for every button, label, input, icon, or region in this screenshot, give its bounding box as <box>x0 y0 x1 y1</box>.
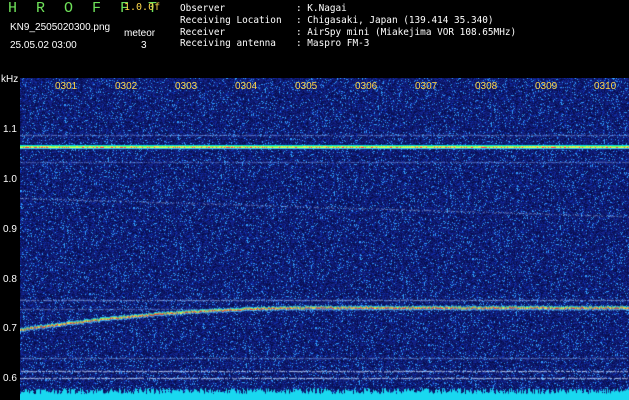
y-tick-label: 1.1 <box>3 124 17 135</box>
x-tick-label: 0307 <box>415 81 438 92</box>
info-value: : Maspro FM-3 <box>296 38 370 50</box>
spectrogram-window: H R O F F T 1.0.0f KN9_2505020300.png 25… <box>0 0 629 400</box>
info-row-location: Receiving Location : Chigasaki, Japan (13… <box>180 15 516 27</box>
x-tick-label: 0302 <box>115 81 138 92</box>
y-tick-label: 1.0 <box>3 174 17 185</box>
y-axis-unit: kHz <box>1 74 19 85</box>
x-tick-label: 0306 <box>355 81 378 92</box>
x-tick-label: 0304 <box>235 81 258 92</box>
info-value: : AirSpy mini (Miakejima VOR 108.65MHz) <box>296 26 517 38</box>
meteor-count: 3 <box>141 40 147 51</box>
info-label: Receiving antenna <box>180 38 276 50</box>
timestamp: 25.05.02 03:00 <box>10 40 77 51</box>
x-tick-label: 0308 <box>475 81 498 92</box>
info-value: : K.Nagai <box>296 3 347 14</box>
x-tick-label: 0310 <box>594 81 617 92</box>
info-label: Receiving Location <box>180 14 282 26</box>
y-tick-label: 0.6 <box>3 373 17 384</box>
info-row-antenna: Receiving antenna : Maspro FM-3 <box>180 38 516 50</box>
x-tick-label: 0301 <box>55 81 78 92</box>
x-tick-label: 0305 <box>295 81 318 92</box>
file-name: KN9_2505020300.png <box>10 22 111 33</box>
info-value: : Chigasaki, Japan (139.414 35.340) <box>296 14 494 26</box>
info-row-observer: Observer : K.Nagai <box>180 3 516 15</box>
meteor-label: meteor <box>124 28 156 39</box>
info-row-receiver: Receiver : AirSpy mini (Miakejima VOR 108… <box>180 27 516 39</box>
x-tick-label: 0303 <box>175 81 198 92</box>
station-info: Observer : K.Nagai Receiving Location : Ch… <box>180 3 516 50</box>
y-tick-label: 0.8 <box>3 274 17 285</box>
app-version: 1.0.0f <box>124 2 161 13</box>
y-tick-label: 0.7 <box>3 323 17 334</box>
info-label: Receiver <box>180 26 226 38</box>
waterfall-spectrogram <box>20 78 629 400</box>
info-label: Observer <box>180 3 226 14</box>
y-tick-label: 0.9 <box>3 224 17 235</box>
x-tick-label: 0309 <box>535 81 558 92</box>
